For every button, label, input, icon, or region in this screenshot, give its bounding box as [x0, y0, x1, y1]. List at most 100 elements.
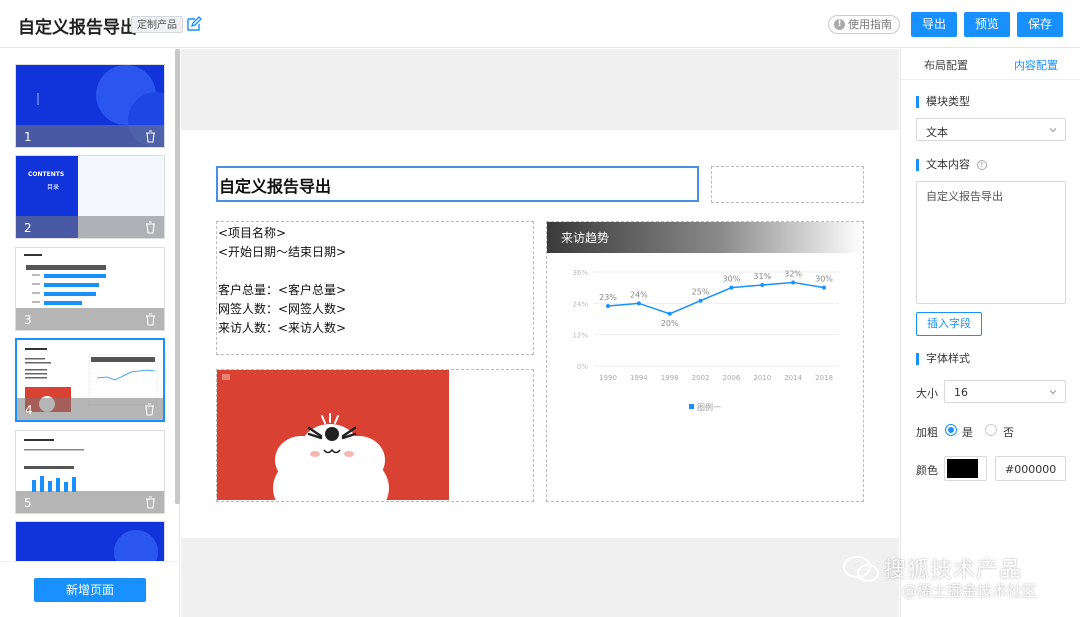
data-label: 31% [753, 272, 771, 281]
data-label: 32% [784, 269, 802, 278]
data-label: 23% [599, 293, 617, 302]
thumbnail-toolbar [16, 491, 164, 513]
top-header: 自定义报告导出 定制产品 ! 使用指南 导出 预览 保存 [0, 0, 1080, 48]
chevron-down-icon [1049, 128, 1057, 133]
config-panel: 布局配置 内容配置 模块类型 文本 文本内容 ? 自定义报告导出 插入字段 字体… [900, 49, 1080, 617]
cat-illustration [217, 370, 449, 500]
divider [0, 561, 179, 562]
help-icon[interactable]: ? [976, 160, 987, 170]
font-style-heading: 字体样式 [916, 353, 970, 365]
size-label: 大小 [916, 387, 938, 400]
page-number: 4 [25, 403, 33, 417]
tab-layout[interactable]: 布局配置 [924, 57, 968, 73]
chevron-down-icon [1049, 390, 1057, 395]
trash-icon[interactable] [145, 221, 156, 234]
edit-icon[interactable] [186, 16, 202, 32]
trash-icon[interactable] [145, 496, 156, 509]
help-icon: ! [834, 19, 845, 30]
page-thumbnail-5[interactable]: 5 [15, 430, 165, 514]
export-button[interactable]: 导出 [911, 12, 957, 37]
wechat-logo-icon [843, 556, 879, 582]
bold-no-label[interactable]: 否 [1003, 424, 1014, 440]
data-point [729, 285, 734, 290]
bold-label: 加粗 [916, 426, 938, 439]
tab-content[interactable]: 内容配置 [1014, 57, 1058, 73]
data-point [760, 283, 765, 288]
product-tag: 定制产品 [131, 16, 183, 33]
data-label: 30% [815, 275, 833, 284]
project-name-line: <项目名称> [218, 226, 287, 240]
page-title: 自定义报告导出 [18, 18, 137, 38]
page-number: 1 [24, 130, 32, 144]
visits-trend-chart: 来访趋势 0% 12% 24% 36% 1990 1994 1998 2002 2006 2010… [547, 222, 863, 412]
thumbnail-toolbar [17, 398, 163, 420]
font-size-select[interactable]: 16 [944, 380, 1066, 403]
y-tick-label: 12% [572, 332, 588, 340]
data-label: 30% [723, 275, 741, 284]
slide-canvas: 自定义报告导出 <项目名称> <开始日期～结束日期> 客户总量：<客户总量> 网… [181, 130, 899, 538]
page-thumbnail-4[interactable]: 4 [15, 338, 165, 422]
title-text-block[interactable]: 自定义报告导出 [216, 166, 699, 202]
contents-subtitle: 目录 [47, 184, 60, 191]
color-swatch [947, 459, 978, 478]
thumbnail-toolbar [16, 125, 164, 147]
page-thumbnail-3[interactable]: 3 [15, 247, 165, 331]
data-point [606, 303, 610, 308]
insert-field-button[interactable]: 插入字段 [916, 312, 982, 336]
page-number: 5 [24, 496, 32, 510]
data-point [636, 301, 641, 306]
y-tick-label: 36% [572, 269, 588, 277]
x-tick-label: 1990 [599, 374, 617, 382]
watermark-line2: @稀土掘金技术社区 [902, 582, 1038, 600]
data-label: 25% [692, 288, 710, 297]
color-label: 颜色 [916, 464, 938, 477]
y-tick-label: 0% [577, 363, 588, 371]
slide-title: 自定义报告导出 [219, 177, 332, 196]
text-content-textarea[interactable]: 自定义报告导出 [916, 181, 1066, 304]
save-button[interactable]: 保存 [1017, 12, 1063, 37]
data-point [667, 311, 672, 316]
trash-icon[interactable] [145, 130, 156, 143]
info-text-block[interactable]: <项目名称> <开始日期～结束日期> 客户总量：<客户总量> 网签人数：<网签人… [216, 221, 534, 355]
visitor-count-line: 来访人数：<来访人数> [218, 321, 347, 335]
x-tick-label: 2006 [723, 374, 741, 382]
trash-icon[interactable] [144, 403, 155, 416]
data-point [698, 298, 703, 303]
contents-title: CONTENTS [28, 171, 65, 178]
page-thumbnail-6[interactable] [15, 521, 165, 561]
page-list-scrollbar[interactable] [175, 49, 180, 504]
date-range-line: <开始日期～结束日期> [218, 245, 347, 259]
chart-block[interactable]: 来访趋势 0% 12% 24% 36% 1990 1994 1998 2002 2006 2010… [546, 221, 864, 502]
bold-yes-label[interactable]: 是 [962, 424, 973, 440]
tab-divider [901, 79, 1080, 80]
bold-no-radio[interactable] [985, 424, 997, 436]
empty-block[interactable] [711, 166, 864, 203]
thumbnail-toolbar [16, 216, 164, 238]
page-number: 2 [24, 221, 32, 235]
text-content-label: 文本内容 [926, 158, 970, 171]
legend-label: 图例一 [697, 402, 721, 412]
trash-icon[interactable] [145, 313, 156, 326]
y-tick-label: 24% [572, 300, 588, 308]
color-hex-input[interactable]: #000000 [995, 456, 1066, 481]
page-thumbnail-1[interactable]: 1 [15, 64, 165, 148]
page-thumbnail-2[interactable]: CONTENTS 目录 2 [15, 155, 165, 239]
preview-button[interactable]: 预览 [964, 12, 1010, 37]
chart-title: 来访趋势 [561, 231, 609, 245]
guide-link[interactable]: ! 使用指南 [828, 15, 900, 34]
color-swatch-picker[interactable] [944, 456, 987, 481]
data-point [822, 285, 826, 290]
font-size-value: 16 [954, 386, 968, 399]
module-type-heading: 模块类型 [916, 96, 970, 108]
module-type-select[interactable]: 文本 [916, 118, 1066, 141]
guide-label: 使用指南 [848, 18, 892, 31]
info-text: <项目名称> <开始日期～结束日期> 客户总量：<客户总量> 网签人数：<网签人… [218, 224, 346, 338]
page-number: 3 [24, 313, 32, 327]
bold-yes-radio[interactable] [945, 424, 957, 436]
image-block[interactable] [216, 369, 534, 502]
data-point [791, 280, 796, 285]
x-tick-label: 2010 [753, 374, 771, 382]
add-page-button[interactable]: 新增页面 [34, 578, 146, 602]
text-content-heading: 文本内容 ? [916, 159, 987, 171]
x-tick-label: 2002 [692, 374, 710, 382]
